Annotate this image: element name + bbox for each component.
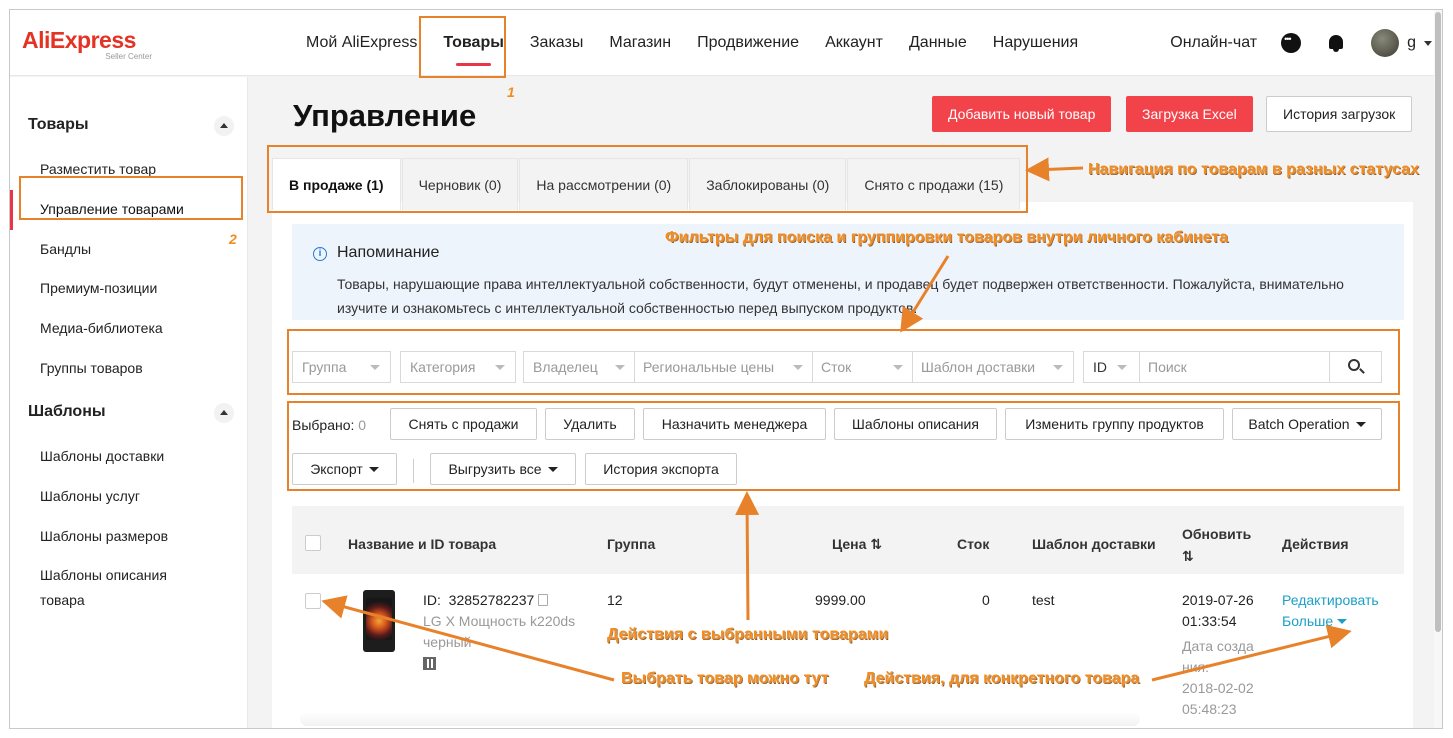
column-header-updated: Обновить (1182, 526, 1252, 542)
logo-subtitle: Seller Center (105, 52, 152, 61)
add-product-button[interactable]: Добавить новый товар (932, 96, 1112, 132)
product-name-line2[interactable]: черный (423, 634, 471, 650)
more-dropdown[interactable]: Больше (1282, 613, 1348, 629)
row-checkbox[interactable] (305, 593, 321, 609)
sidebar-item-media-library[interactable]: Медиа-библиотека (40, 320, 163, 336)
chevron-down-icon (1337, 619, 1348, 624)
scrollbar-thumb[interactable] (1435, 12, 1441, 632)
chevron-down-icon[interactable] (1424, 40, 1432, 46)
row-created-label-2: ния: (1182, 659, 1210, 675)
column-header-price[interactable]: Цена ⇅ (832, 536, 882, 553)
aliexpress-logo[interactable]: AliExpress Seller Center (22, 28, 152, 62)
row-stock: 0 (982, 592, 990, 608)
qr-code-icon[interactable] (423, 657, 436, 670)
annotation-box-filters (287, 329, 1400, 395)
chevron-up-icon[interactable] (214, 116, 234, 136)
annotation-filters-note: Фильтры для поиска и группировки товаров… (665, 229, 1229, 246)
annotation-number-2: 2 (229, 231, 237, 247)
chevron-up-icon[interactable] (214, 403, 234, 423)
product-name-line1[interactable]: LG X Мощность k220ds (423, 613, 575, 629)
nav-store[interactable]: Магазин (596, 10, 684, 76)
id-value: 32852782237 (448, 592, 535, 608)
top-navigation-bar: AliExpress Seller Center Мой AliExpress … (10, 10, 1442, 76)
select-all-checkbox[interactable] (305, 535, 321, 551)
row-group: 12 (607, 592, 623, 608)
page-title: Управление (293, 98, 477, 133)
nav-data[interactable]: Данные (896, 10, 980, 76)
annotation-actions-note: Действия с выбранными товарами (607, 626, 889, 643)
product-thumbnail[interactable] (363, 590, 395, 652)
sidebar-section-templates[interactable]: Шаблоны (28, 403, 106, 421)
annotation-box-manage-products (19, 176, 243, 220)
id-label: ID: (423, 592, 441, 608)
annotation-tabs-note: Навигация по товарам в разных статусах (1088, 161, 1419, 178)
excel-upload-button[interactable]: Загрузка Excel (1126, 96, 1253, 132)
sort-icon[interactable]: ⇅ (1182, 548, 1194, 565)
annotation-box-actions (287, 401, 1400, 491)
price-header-label: Цена (832, 536, 867, 552)
sidebar-item-shipping-templates[interactable]: Шаблоны доставки (40, 448, 164, 464)
more-label: Больше (1282, 613, 1334, 629)
row-created-time: 05:48:23 (1182, 701, 1237, 717)
active-indicator (10, 190, 13, 230)
annotation-number-1: 1 (507, 84, 515, 100)
sidebar-item-service-templates[interactable]: Шаблоны услуг (40, 488, 140, 504)
nav-my-aliexpress[interactable]: Мой AliExpress (293, 10, 430, 76)
avatar[interactable] (1371, 29, 1400, 57)
scrollbar[interactable] (1434, 10, 1442, 728)
header-right: Онлайн-чат g (1170, 10, 1432, 76)
nav-violations[interactable]: Нарушения (980, 10, 1091, 76)
notice-text: Товары, нарушающие права интеллектуально… (337, 276, 1344, 316)
copy-icon[interactable] (538, 594, 549, 606)
sort-icon[interactable]: ⇅ (870, 536, 882, 552)
table-header: Название и ID товара Группа Цена ⇅ Сток … (292, 506, 1404, 574)
row-price: 9999.00 (815, 592, 866, 608)
nav-account[interactable]: Аккаунт (812, 10, 896, 76)
info-icon: i (313, 247, 327, 261)
sidebar-item-bundles[interactable]: Бандлы (40, 241, 91, 257)
user-name[interactable]: g (1407, 34, 1416, 52)
sidebar-item-add-product[interactable]: Разместить товар (40, 161, 156, 177)
nav-orders[interactable]: Заказы (517, 10, 596, 76)
column-header-group: Группа (607, 536, 656, 552)
main-nav: Мой AliExpress Товары Заказы Магазин Про… (293, 10, 1091, 76)
notice-title: Напоминание (337, 244, 440, 261)
sidebar-section-products[interactable]: Товары (28, 116, 89, 134)
annotation-box-nav-products (419, 16, 506, 78)
online-chat-link[interactable]: Онлайн-чат (1170, 34, 1257, 52)
message-icon[interactable] (1281, 33, 1302, 53)
sidebar-item-product-groups[interactable]: Группы товаров (40, 360, 143, 376)
row-created-label: Дата созда (1182, 638, 1254, 654)
column-header-actions: Действия (1282, 536, 1349, 552)
nav-promotion[interactable]: Продвижение (684, 10, 812, 76)
row-created-date: 2018-02-02 (1182, 680, 1254, 696)
annotation-box-tabs (267, 145, 1028, 213)
sidebar-item-premium[interactable]: Премиум-позиции (40, 280, 157, 296)
upload-history-button[interactable]: История загрузок (1266, 96, 1413, 132)
annotation-select-note: Выбрать товар можно тут (621, 670, 829, 687)
sidebar-item-size-templates[interactable]: Шаблоны размеров (40, 528, 168, 544)
column-header-name: Название и ID товара (348, 536, 497, 552)
sidebar-item-description-templates-line2[interactable]: товара (40, 592, 85, 608)
edit-link[interactable]: Редактировать (1282, 592, 1379, 608)
column-header-shipping: Шаблон доставки (1032, 536, 1156, 552)
row-updated-date: 2019-07-26 (1182, 592, 1254, 608)
sidebar: Товары Разместить товар Управление товар… (10, 77, 248, 728)
row-updated-time: 01:33:54 (1182, 613, 1237, 629)
annotation-row-actions-note: Действия, для конкретного товара (864, 670, 1140, 687)
row-shadow (300, 712, 1140, 726)
sidebar-item-description-templates[interactable]: Шаблоны описания (40, 567, 167, 583)
product-id: ID: 32852782237 (423, 592, 549, 608)
bell-icon[interactable] (1327, 33, 1345, 53)
column-header-stock: Сток (957, 536, 990, 552)
row-shipping: test (1032, 592, 1055, 608)
logo-brand: AliExpress (22, 27, 136, 53)
